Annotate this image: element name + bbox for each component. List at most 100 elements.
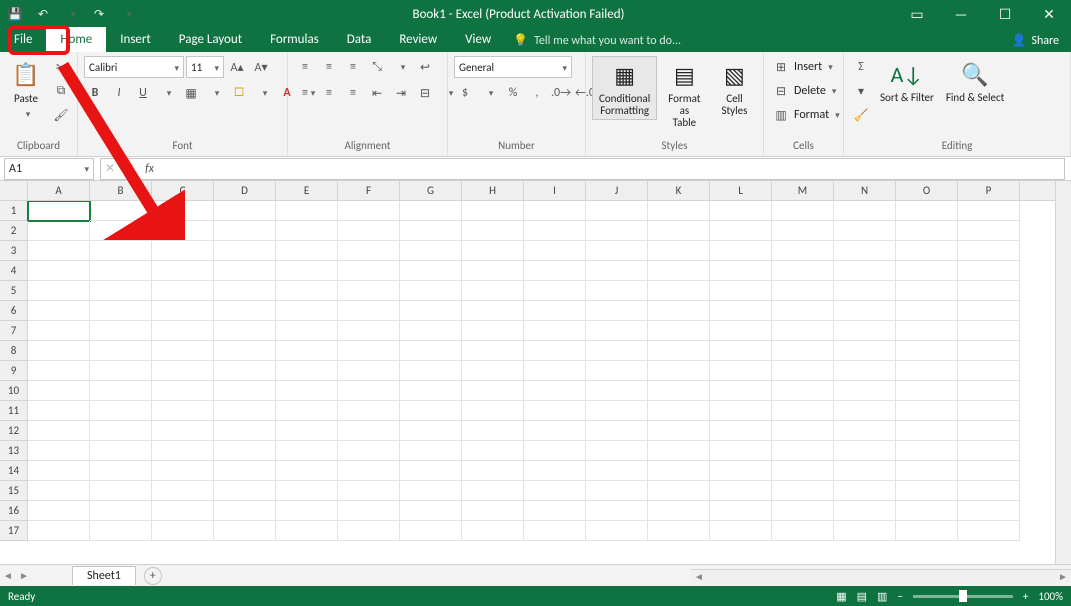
cell[interactable] <box>958 281 1020 301</box>
cell[interactable] <box>400 361 462 381</box>
cell[interactable] <box>90 441 152 461</box>
column-header[interactable]: I <box>524 181 586 200</box>
cell[interactable] <box>214 261 276 281</box>
cell[interactable] <box>648 321 710 341</box>
cut-icon[interactable]: ✂ <box>50 56 72 78</box>
qat-customize-icon[interactable] <box>118 5 136 23</box>
cell[interactable] <box>400 301 462 321</box>
cell[interactable] <box>834 501 896 521</box>
format-cells-button[interactable]: ▥Format <box>770 104 840 126</box>
row-header[interactable]: 13 <box>0 441 28 461</box>
cell[interactable] <box>896 221 958 241</box>
cell[interactable] <box>338 201 400 221</box>
align-left-icon[interactable]: ≡ <box>294 82 316 104</box>
tab-page-layout[interactable]: Page Layout <box>165 27 256 52</box>
row-header[interactable]: 15 <box>0 481 28 501</box>
cell[interactable] <box>152 281 214 301</box>
cell[interactable] <box>152 461 214 481</box>
cell[interactable] <box>152 201 214 221</box>
cell[interactable] <box>214 421 276 441</box>
cell[interactable] <box>772 241 834 261</box>
cell[interactable] <box>214 401 276 421</box>
column-header[interactable]: H <box>462 181 524 200</box>
cell[interactable] <box>772 361 834 381</box>
cell[interactable] <box>276 481 338 501</box>
cell[interactable] <box>400 441 462 461</box>
cell[interactable] <box>896 501 958 521</box>
cell[interactable] <box>28 441 90 461</box>
cell[interactable] <box>214 501 276 521</box>
cell[interactable] <box>772 221 834 241</box>
row-header[interactable]: 7 <box>0 321 28 341</box>
cell[interactable] <box>152 301 214 321</box>
cell[interactable] <box>772 401 834 421</box>
bold-icon[interactable]: B <box>84 82 106 104</box>
align-middle-icon[interactable]: ≡ <box>318 56 340 78</box>
cell[interactable] <box>338 481 400 501</box>
cell[interactable] <box>276 281 338 301</box>
cell[interactable] <box>958 381 1020 401</box>
cell[interactable] <box>90 201 152 221</box>
tab-file[interactable]: File <box>0 27 46 52</box>
cell[interactable] <box>710 201 772 221</box>
row-header[interactable]: 6 <box>0 301 28 321</box>
column-header[interactable]: G <box>400 181 462 200</box>
cell[interactable] <box>214 201 276 221</box>
cell[interactable] <box>152 241 214 261</box>
cell[interactable] <box>772 201 834 221</box>
cell[interactable] <box>834 401 896 421</box>
cell[interactable] <box>400 221 462 241</box>
cell[interactable] <box>462 241 524 261</box>
cell[interactable] <box>648 301 710 321</box>
cell[interactable] <box>214 361 276 381</box>
cell[interactable] <box>28 201 90 221</box>
cell[interactable] <box>338 301 400 321</box>
cell[interactable] <box>958 501 1020 521</box>
cell[interactable] <box>152 421 214 441</box>
cell[interactable] <box>834 221 896 241</box>
row-header[interactable]: 5 <box>0 281 28 301</box>
cell[interactable] <box>90 461 152 481</box>
cell[interactable] <box>276 301 338 321</box>
sheet-nav-prev-icon[interactable]: ◄ <box>0 569 16 582</box>
tell-me-search[interactable]: 💡 Tell me what you want to do... <box>505 29 689 52</box>
cell[interactable] <box>400 201 462 221</box>
share-button[interactable]: 👤 Share <box>999 29 1071 52</box>
cell[interactable] <box>524 281 586 301</box>
cell[interactable] <box>214 301 276 321</box>
cell[interactable] <box>28 381 90 401</box>
sheet-nav-next-icon[interactable]: ► <box>16 569 32 582</box>
cell[interactable] <box>896 381 958 401</box>
cell[interactable] <box>400 501 462 521</box>
cancel-formula-icon[interactable]: ✕ <box>105 161 115 176</box>
cell[interactable] <box>586 321 648 341</box>
cell[interactable] <box>462 281 524 301</box>
autosum-icon[interactable]: Σ <box>850 56 872 78</box>
cell[interactable] <box>90 481 152 501</box>
column-header[interactable]: D <box>214 181 276 200</box>
view-normal-icon[interactable]: ▦ <box>836 590 846 603</box>
cell[interactable] <box>276 261 338 281</box>
cell[interactable] <box>710 481 772 501</box>
cell[interactable] <box>586 201 648 221</box>
row-header[interactable]: 10 <box>0 381 28 401</box>
cell[interactable] <box>338 221 400 241</box>
cell[interactable] <box>958 241 1020 261</box>
orientation-icon[interactable]: ⤡ <box>366 56 388 78</box>
cell[interactable] <box>90 321 152 341</box>
fill-color-icon[interactable]: 🞏 <box>228 82 250 104</box>
row-header[interactable]: 9 <box>0 361 28 381</box>
row-header[interactable]: 12 <box>0 421 28 441</box>
cell[interactable] <box>772 521 834 541</box>
cell[interactable] <box>896 341 958 361</box>
cell[interactable] <box>896 281 958 301</box>
column-header[interactable]: O <box>896 181 958 200</box>
cell[interactable] <box>834 481 896 501</box>
cell[interactable] <box>710 381 772 401</box>
cell[interactable] <box>28 341 90 361</box>
cell[interactable] <box>524 401 586 421</box>
cell[interactable] <box>710 301 772 321</box>
cell[interactable] <box>710 461 772 481</box>
cell[interactable] <box>772 421 834 441</box>
undo-dropdown-icon[interactable] <box>62 5 80 23</box>
